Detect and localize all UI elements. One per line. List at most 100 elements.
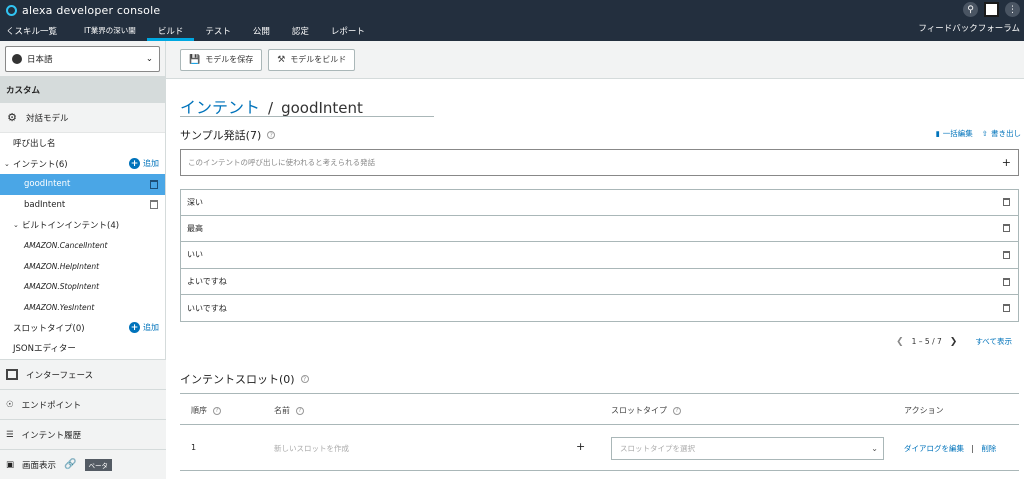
table-row: 1 新しいスロットを作成 + スロットタイプを選択 ⌄ ダイアログを編集 | 削… xyxy=(180,425,1019,471)
item-label: 呼び出し名 xyxy=(13,139,56,150)
add-slot-type-button[interactable]: + 追加 xyxy=(129,322,159,334)
list-item[interactable]: いい xyxy=(180,242,1019,269)
tab-publish[interactable]: 公開 xyxy=(242,20,281,41)
alexa-ring-icon xyxy=(6,4,17,16)
column-label: 名前 xyxy=(274,406,290,415)
add-utterance-button[interactable]: + xyxy=(1002,156,1011,169)
utterance-text: いい xyxy=(187,250,203,260)
trash-icon[interactable] xyxy=(1003,277,1010,286)
section-label: 画面表示 xyxy=(22,460,57,471)
add-slot-button[interactable]: + xyxy=(576,440,585,453)
sidebar-section-intent-history[interactable]: ☰ インテント履歴 xyxy=(0,419,166,449)
section-label: インテント履歴 xyxy=(21,430,82,441)
utterance-text: よいですね xyxy=(187,277,227,287)
trash-icon[interactable] xyxy=(1003,224,1010,233)
tab-certify[interactable]: 認定 xyxy=(281,20,320,41)
show-all-link[interactable]: すべて表示 xyxy=(975,336,1012,347)
nav-tabs: くスキル一覧 IT業界の深い闇 ビルド テスト 公開 認定 レポート xyxy=(0,20,376,41)
help-icon[interactable]: ? xyxy=(296,406,304,415)
feedback-link[interactable]: フィードバックフォーラム xyxy=(918,22,1020,34)
sidebar-item-cancel-intent[interactable]: AMAZON.CancelIntent xyxy=(0,236,165,257)
save-model-button[interactable]: 💾 モデルを保存 xyxy=(180,48,263,71)
list-item[interactable]: 深い xyxy=(180,189,1019,216)
endpoint-icon: ☉ xyxy=(6,399,14,410)
trash-icon[interactable] xyxy=(1003,198,1010,207)
help-icon[interactable]: ? xyxy=(300,375,309,383)
sidebar-section-endpoint[interactable]: ☉ エンドポイント xyxy=(0,389,166,419)
utterance-text: いいですね xyxy=(187,303,227,313)
tab-skill-list[interactable]: くスキル一覧 xyxy=(0,20,73,41)
sidebar-section-interaction-model[interactable]: ⚙ 対話モデル xyxy=(0,103,165,133)
language-wrap: 日本語 ⌄ xyxy=(0,41,165,76)
trash-icon[interactable] xyxy=(1003,304,1010,313)
intent-name[interactable]: goodIntent xyxy=(281,99,363,117)
caret-down-icon[interactable]: ⌄ xyxy=(4,160,13,168)
section-label: 対話モデル xyxy=(26,113,69,124)
sidebar-item-builtin-intents[interactable]: ⌄ ビルトインインテント(4) xyxy=(0,215,165,236)
utterance-input[interactable]: このインテントの呼び出しに使われると考えられる発話 + xyxy=(180,149,1019,176)
sidebar-item-goodintent[interactable]: goodIntent xyxy=(0,174,165,195)
chevron-right-icon[interactable]: ❯ xyxy=(950,337,958,347)
item-label: インテント(6) xyxy=(13,159,68,170)
sliders-icon: ☰ xyxy=(6,429,14,440)
caret-down-icon[interactable]: ⌄ xyxy=(13,221,22,229)
export-icon: ⇧ xyxy=(981,129,988,138)
tab-build[interactable]: ビルド xyxy=(146,20,195,41)
sidebar-item-help-intent[interactable]: AMAZON.HelpIntent xyxy=(0,256,165,277)
export-button[interactable]: ⇧ 書き出し xyxy=(982,128,1021,139)
sidebar-item-yes-intent[interactable]: AMAZON.YesIntent xyxy=(0,297,165,318)
sidebar-item-invocation[interactable]: 呼び出し名 xyxy=(0,133,165,154)
trash-icon[interactable] xyxy=(150,179,158,189)
chevron-down-icon: ⌄ xyxy=(145,54,153,64)
sidebar-item-intents[interactable]: ⌄ インテント(6) + 追加 xyxy=(0,154,165,175)
list-item[interactable]: 最高 xyxy=(180,215,1019,243)
language-select[interactable]: 日本語 ⌄ xyxy=(5,46,160,72)
slot-type-select[interactable]: スロットタイプを選択 ⌄ xyxy=(611,437,884,460)
trash-icon[interactable] xyxy=(150,200,158,210)
language-value: 日本語 xyxy=(27,55,53,65)
edit-dialog-link[interactable]: ダイアログを編集 xyxy=(904,444,964,453)
beta-badge: ベータ xyxy=(84,458,112,471)
sidebar-item-stop-intent[interactable]: AMAZON.StopIntent xyxy=(0,277,165,298)
sidebar-item-json-editor[interactable]: JSONエディター xyxy=(0,338,165,359)
help-icon[interactable]: ? xyxy=(267,131,276,139)
sidebar-section-interfaces[interactable]: インターフェース xyxy=(0,359,166,389)
tab-report[interactable]: レポート xyxy=(320,20,376,41)
tab-test[interactable]: テスト xyxy=(194,20,242,41)
build-model-button[interactable]: ⚒ モデルをビルド xyxy=(268,48,356,71)
interface-icon xyxy=(6,369,18,380)
utterances-title: サンプル発話(7) ? xyxy=(180,127,276,143)
utterance-actions: ▮ 一括編集 ⇧ 書き出し xyxy=(936,128,1021,139)
slot-table-header: 順序 ? 名前 ? スロットタイプ ? アクション xyxy=(180,393,1019,425)
utterance-list: 深い 最高 いい よいですね いいですね xyxy=(180,189,1019,322)
action-separator: | xyxy=(971,444,974,453)
more-menu-icon[interactable]: ⋮ xyxy=(1005,2,1020,17)
add-label: 追加 xyxy=(143,323,159,333)
list-item[interactable]: よいですね xyxy=(180,268,1019,296)
chevron-left-icon[interactable]: ❮ xyxy=(896,337,904,347)
list-item[interactable]: いいですね xyxy=(180,295,1019,322)
tab-skill-name[interactable]: IT業界の深い闇 xyxy=(73,20,147,41)
delete-slot-link[interactable]: 削除 xyxy=(981,444,996,453)
sidebar-item-badintent[interactable]: badIntent xyxy=(0,195,165,216)
sidebar-section-display[interactable]: ▣ 画面表示 🔗 ベータ xyxy=(0,449,166,479)
sidebar-item-slot-types[interactable]: スロットタイプ(0) + 追加 xyxy=(0,318,165,339)
help-icon[interactable]: ? xyxy=(213,406,221,415)
utterance-placeholder: このインテントの呼び出しに使われると考えられる発話 xyxy=(188,158,376,167)
add-intent-button[interactable]: + 追加 xyxy=(129,158,159,170)
tools-icon: ⚒ xyxy=(277,54,286,65)
new-slot-input[interactable]: 新しいスロットを作成 xyxy=(274,443,349,454)
bulk-edit-button[interactable]: ▮ 一括編集 xyxy=(936,128,973,139)
search-icon[interactable]: ⚲ xyxy=(963,2,978,17)
breadcrumb-intent[interactable]: インテント xyxy=(180,94,260,118)
link-icon: 🔗 xyxy=(64,459,77,470)
column-order: 順序 ? xyxy=(191,405,221,416)
item-label: badIntent xyxy=(24,199,66,210)
section-label: インターフェース xyxy=(26,370,94,381)
help-icon[interactable]: ? xyxy=(673,406,681,415)
profile-icon[interactable] xyxy=(984,2,999,17)
column-slot-type: スロットタイプ ? xyxy=(611,405,681,416)
brand[interactable]: alexa developer console xyxy=(6,3,160,17)
trash-icon[interactable] xyxy=(1003,250,1010,259)
top-bar: alexa developer console ⚲ ⋮ くスキル一覧 IT業界の… xyxy=(0,0,1024,41)
